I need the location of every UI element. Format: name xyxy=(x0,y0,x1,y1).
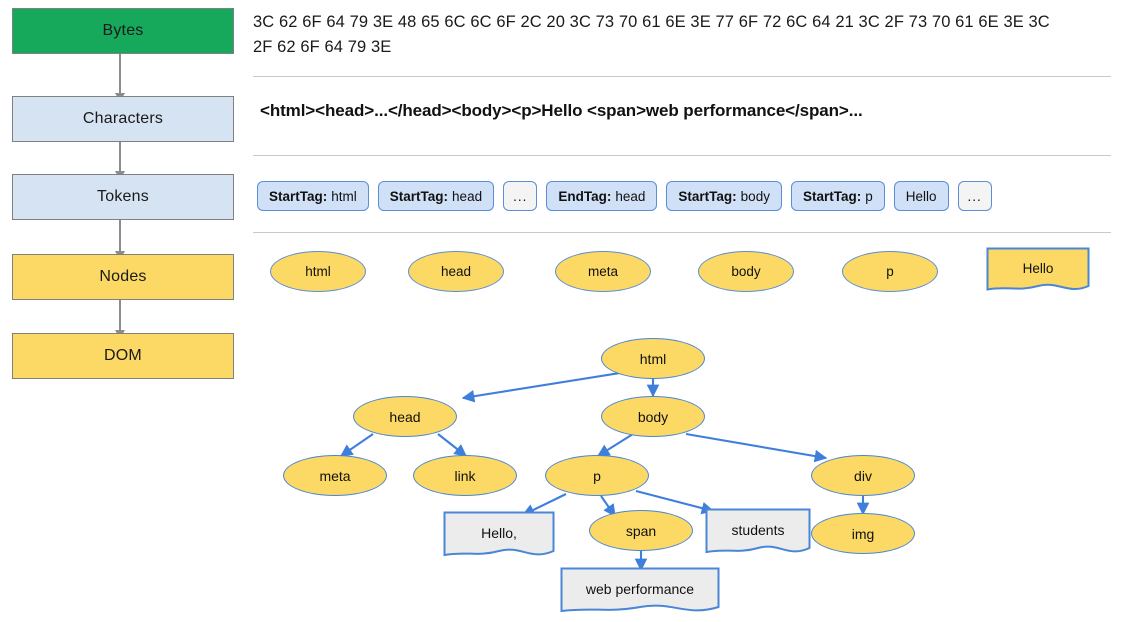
tree-node-label: Hello, xyxy=(481,525,517,541)
token-prefix: StartTag: xyxy=(802,188,862,204)
pipeline-arrow-bytes-to-characters xyxy=(115,54,125,102)
tree-node-label: span xyxy=(625,522,657,539)
token-chip-ellipsis[interactable]: ... xyxy=(503,181,538,211)
edge-body-p xyxy=(596,433,634,457)
pipeline-stage-dom: DOM xyxy=(12,333,234,379)
pipeline-stage-label: DOM xyxy=(104,347,142,364)
token-chip[interactable]: StartTag: p xyxy=(790,181,885,211)
tree-node-head[interactable]: head xyxy=(353,396,457,437)
token-value: head xyxy=(615,188,646,204)
node-label: head xyxy=(440,264,472,279)
edge-head-meta xyxy=(339,433,374,457)
token-chip-ellipsis[interactable]: ... xyxy=(957,181,992,211)
node-label: body xyxy=(731,264,761,279)
tree-node-link[interactable]: link xyxy=(413,455,517,496)
tree-node-label: img xyxy=(851,525,875,542)
tree-node-body[interactable]: body xyxy=(601,396,705,437)
token-prefix: StartTag: xyxy=(678,188,737,204)
tree-text-node-students[interactable]: students xyxy=(705,508,811,558)
token-value: Hello xyxy=(905,188,937,204)
divider-tokens-nodes xyxy=(253,232,1111,233)
tree-node-label: body xyxy=(637,408,669,425)
node-label: Hello xyxy=(1022,261,1054,276)
node-ellipse-html[interactable]: html xyxy=(270,251,366,292)
token-value: body xyxy=(740,188,770,204)
token-prefix: EndTag: xyxy=(558,188,612,204)
token-chip[interactable]: StartTag: html xyxy=(257,181,369,211)
tree-node-img[interactable]: img xyxy=(811,513,915,554)
node-ellipse-meta[interactable]: meta xyxy=(555,251,651,292)
pipeline-stage-label: Nodes xyxy=(99,268,147,285)
token-value: html xyxy=(331,188,357,204)
tree-node-label: meta xyxy=(319,467,351,484)
divider-bytes-characters xyxy=(253,76,1111,77)
tokens-row: StartTag: html StartTag: head ... EndTag: h… xyxy=(257,181,992,211)
tree-text-node-hello[interactable]: Hello, xyxy=(443,511,555,561)
pipeline-arrow-nodes-to-dom xyxy=(115,300,125,339)
tree-node-label: head xyxy=(389,408,421,425)
tree-node-html[interactable]: html xyxy=(601,338,705,379)
tree-node-label: web performance xyxy=(585,581,695,597)
tree-node-label: p xyxy=(593,467,601,484)
divider-characters-tokens xyxy=(253,155,1111,156)
token-chip-text[interactable]: Hello xyxy=(893,181,949,211)
bytes-hex-text: 3C 62 6F 64 79 3E 48 65 6C 6C 6F 2C 20 3… xyxy=(253,13,1050,56)
pipeline-stage-label: Tokens xyxy=(97,188,149,205)
pipeline-arrow-characters-to-tokens xyxy=(115,142,125,180)
dom-tree: html head body meta link p div Hello, sp… xyxy=(253,316,1123,622)
pipeline-stage-label: Characters xyxy=(82,110,164,127)
node-ellipse-body[interactable]: body xyxy=(698,251,794,292)
tree-node-label: students xyxy=(731,522,785,538)
pipeline-stage-characters: Characters xyxy=(12,96,234,142)
node-label: p xyxy=(886,264,894,279)
tree-text-node-web-performance[interactable]: web performance xyxy=(560,567,720,617)
token-value: head xyxy=(452,188,483,204)
edge-p-students xyxy=(635,489,715,515)
node-label: meta xyxy=(587,264,618,279)
token-chip[interactable]: EndTag: head xyxy=(546,181,658,211)
tree-node-label: div xyxy=(854,467,872,484)
pipeline-stage-nodes: Nodes xyxy=(12,254,234,300)
node-ellipse-p[interactable]: p xyxy=(842,251,938,292)
characters-markup-text: <html><head>...</head><body><p>Hello <sp… xyxy=(260,101,863,120)
node-document-hello[interactable]: Hello xyxy=(986,247,1090,295)
node-label: html xyxy=(305,264,331,279)
pipeline-stage-tokens: Tokens xyxy=(12,174,234,220)
pipeline-stage-bytes: Bytes xyxy=(12,8,234,54)
tree-node-p[interactable]: p xyxy=(545,455,649,496)
nodes-row: html head meta body p Hello xyxy=(253,242,1111,304)
token-chip[interactable]: StartTag: head xyxy=(377,181,495,211)
token-chip[interactable]: StartTag: body xyxy=(666,181,782,211)
tree-node-label: link xyxy=(454,467,476,484)
content-column: 3C 62 6F 64 79 3E 48 65 6C 6C 6F 2C 20 3… xyxy=(253,0,1123,622)
token-prefix: StartTag: xyxy=(269,188,328,204)
pipeline-stage-label: Bytes xyxy=(102,22,144,39)
token-value: ... xyxy=(513,188,528,204)
tree-node-div[interactable]: div xyxy=(811,455,915,496)
token-value: ... xyxy=(967,188,982,204)
edge-head-link xyxy=(437,433,467,457)
tree-node-span[interactable]: span xyxy=(589,510,693,551)
pipeline-column: Bytes Characters Tokens Nodes DOM xyxy=(0,0,250,400)
tree-node-meta[interactable]: meta xyxy=(283,455,387,496)
node-ellipse-head[interactable]: head xyxy=(408,251,504,292)
pipeline-arrow-tokens-to-nodes xyxy=(115,220,125,260)
tree-node-label: html xyxy=(639,350,667,367)
token-value: p xyxy=(865,188,873,204)
edge-body-div xyxy=(685,432,828,463)
token-prefix: StartTag: xyxy=(389,188,449,204)
